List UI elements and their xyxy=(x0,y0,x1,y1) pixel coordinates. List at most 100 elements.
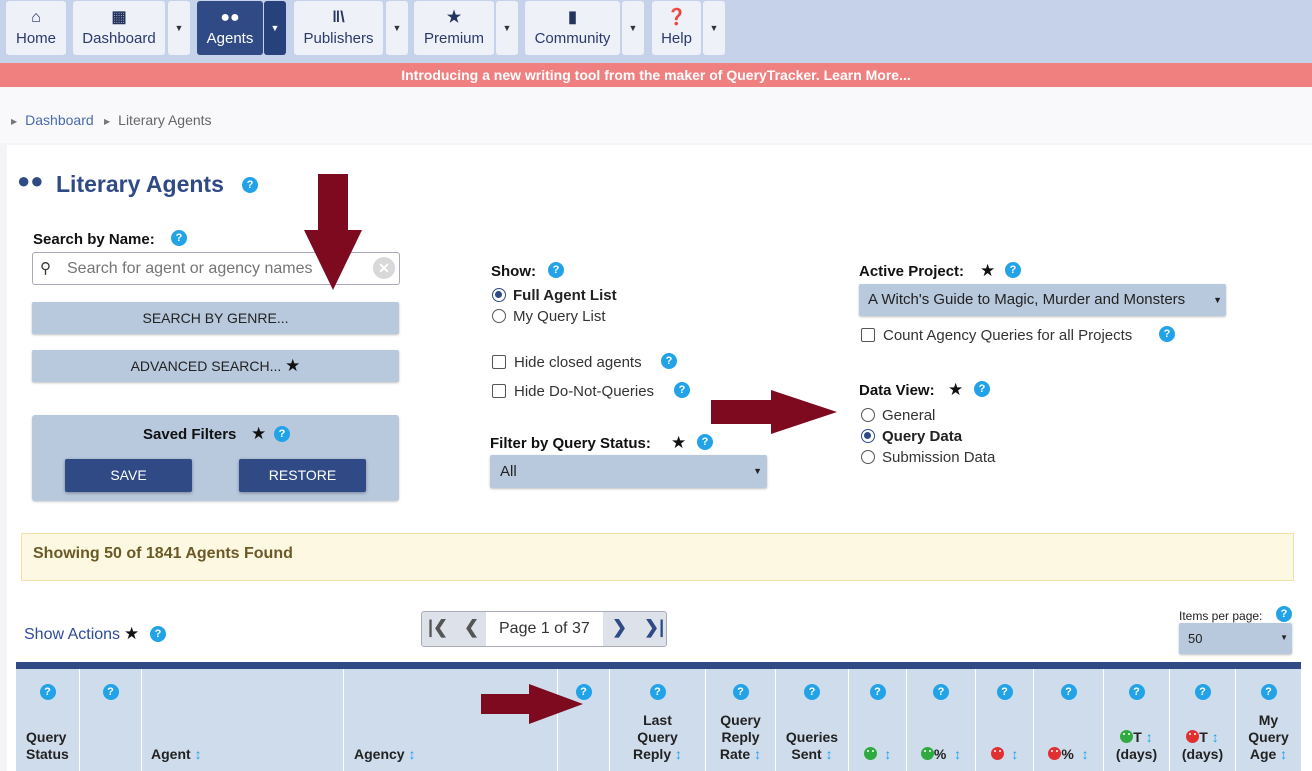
nav-publishers[interactable]: ‖\ Publishers xyxy=(294,1,383,55)
grid-icon: ▦ xyxy=(111,8,127,26)
data-view-submission-data-radio[interactable]: Submission Data xyxy=(861,449,995,466)
col-help-icon[interactable]: ? xyxy=(933,684,949,700)
col-help-icon[interactable]: ? xyxy=(1260,684,1277,700)
radio-unselected[interactable] xyxy=(861,450,875,464)
community-dropdown-caret[interactable]: ▼ xyxy=(622,1,644,55)
agents-dropdown-caret[interactable]: ▼ xyxy=(264,1,286,55)
nav-help[interactable]: ❓ Help xyxy=(652,1,701,55)
checkbox[interactable] xyxy=(492,384,506,398)
hide-closed-help-icon[interactable]: ? xyxy=(661,353,677,369)
advanced-search-button[interactable]: ADVANCED SEARCH... ★ xyxy=(32,350,399,382)
data-view-general-radio[interactable]: General xyxy=(861,407,935,424)
col-help-icon[interactable]: ? xyxy=(102,684,119,700)
nav-agents[interactable]: ●● Agents xyxy=(197,1,263,55)
saved-filters-label: Saved Filters xyxy=(143,426,237,443)
results-count: Showing 50 of 1841 Agents Found xyxy=(33,545,293,562)
previous-page-icon[interactable]: ❮ xyxy=(464,617,479,638)
save-filter-button[interactable]: SAVE xyxy=(65,459,192,492)
col-negative-time[interactable]: ? T ↕ (days) xyxy=(1170,669,1236,771)
col-help-icon[interactable]: ? xyxy=(649,684,666,700)
happy-face-icon xyxy=(1120,730,1134,743)
title-help-icon[interactable]: ? xyxy=(242,177,258,193)
col-help-icon[interactable]: ? xyxy=(1194,684,1211,700)
checkbox[interactable] xyxy=(861,328,875,342)
users-title-icon: ●● xyxy=(17,168,44,193)
dashboard-dropdown-caret[interactable]: ▼ xyxy=(168,1,190,55)
premium-star-icon: ★ xyxy=(948,380,964,399)
last-page-icon[interactable]: ❯| xyxy=(644,617,664,638)
col-last-query-reply[interactable]: ? Last Query Reply ↕ xyxy=(610,669,706,771)
sort-icon: ↕ xyxy=(675,746,682,762)
col-help-icon[interactable]: ? xyxy=(732,684,749,700)
col-positive-replies[interactable]: ? ↕ xyxy=(849,669,907,771)
nav-home[interactable]: ⌂ Home xyxy=(6,1,66,55)
sad-face-icon xyxy=(990,747,1004,760)
col-my-query-age[interactable]: ? My Query Age ↕ xyxy=(1236,669,1301,771)
next-page-icon[interactable]: ❯ xyxy=(612,617,627,638)
first-page-icon[interactable]: |❮ xyxy=(428,617,448,638)
hide-dnq-checkbox[interactable]: Hide Do-Not-Queries xyxy=(492,383,654,400)
radio-selected[interactable] xyxy=(861,429,875,443)
books-icon: ‖\ xyxy=(332,8,345,26)
question-icon: ❓ xyxy=(666,8,687,26)
premium-star-icon: ★ xyxy=(251,424,267,443)
annotation-arrow-right xyxy=(711,390,837,434)
breadcrumb-dashboard[interactable]: ▶ Dashboard xyxy=(11,112,94,128)
col-help-icon[interactable]: ? xyxy=(804,684,820,700)
nav-community[interactable]: ▮ Community xyxy=(525,1,620,55)
help-dropdown-caret[interactable]: ▼ xyxy=(703,1,725,55)
show-actions-link[interactable]: Show Actions xyxy=(24,626,120,644)
active-project-select[interactable]: A Witch's Guide to Magic, Murder and Mon… xyxy=(859,284,1226,316)
show-full-agent-list-radio[interactable]: Full Agent List xyxy=(492,287,617,304)
col-help-icon[interactable]: ? xyxy=(1128,684,1145,700)
hide-dnq-help-icon[interactable]: ? xyxy=(674,382,690,398)
col-help-icon[interactable]: ? xyxy=(869,684,886,700)
search-help-icon[interactable]: ? xyxy=(171,230,187,246)
col-query-status[interactable]: ? Query Status xyxy=(16,669,80,771)
nav-dashboard[interactable]: ▦ Dashboard xyxy=(73,1,165,55)
radio-unselected[interactable] xyxy=(861,408,875,422)
publishers-dropdown-caret[interactable]: ▼ xyxy=(386,1,408,55)
items-per-page-select[interactable]: 50 ▼ xyxy=(1179,623,1292,654)
premium-star-icon: ★ xyxy=(124,624,140,643)
promo-banner[interactable]: Introducing a new writing tool from the … xyxy=(0,63,1312,87)
search-by-genre-button[interactable]: SEARCH BY GENRE... xyxy=(32,302,399,334)
col-query-reply-rate[interactable]: ? Query Reply Rate ↕ xyxy=(706,669,776,771)
page-title: Literary Agents xyxy=(56,171,224,197)
sort-icon: ↕ xyxy=(194,746,202,762)
sort-icon: ↕ xyxy=(408,746,416,762)
show-help-icon[interactable]: ? xyxy=(548,262,564,278)
sort-icon: ↕ xyxy=(884,746,892,762)
col-negative-replies[interactable]: ? ↕ xyxy=(976,669,1034,771)
count-agency-checkbox[interactable]: Count Agency Queries for all Projects xyxy=(861,327,1132,344)
show-my-query-list-radio[interactable]: My Query List xyxy=(492,308,606,325)
restore-filter-button[interactable]: RESTORE xyxy=(239,459,366,492)
col-agent[interactable]: Agent ↕ xyxy=(142,669,344,771)
active-project-help-icon[interactable]: ? xyxy=(1005,262,1021,278)
promo-banner-link[interactable]: Introducing a new writing tool from the … xyxy=(401,67,911,83)
col-positive-percent[interactable]: ? % ↕ xyxy=(907,669,976,771)
data-view-query-data-radio[interactable]: Query Data xyxy=(861,428,962,445)
hide-closed-checkbox[interactable]: Hide closed agents xyxy=(492,354,642,371)
count-agency-help-icon[interactable]: ? xyxy=(1159,326,1175,342)
col-help-icon[interactable]: ? xyxy=(39,684,56,700)
clear-search-icon[interactable]: ✕ xyxy=(373,257,395,279)
col-negative-percent[interactable]: ? % ↕ xyxy=(1034,669,1104,771)
radio-unselected[interactable] xyxy=(492,309,506,323)
col-help-icon[interactable]: ? xyxy=(996,684,1013,700)
col-queries-sent[interactable]: ? Queries Sent ↕ xyxy=(776,669,849,771)
items-per-page-help-icon[interactable]: ? xyxy=(1276,606,1292,622)
saved-filters-help-icon[interactable]: ? xyxy=(274,426,290,442)
annotation-arrow-right-table xyxy=(481,684,583,724)
home-icon: ⌂ xyxy=(31,8,41,26)
happy-face-icon xyxy=(863,747,877,760)
radio-selected[interactable] xyxy=(492,288,506,302)
checkbox[interactable] xyxy=(492,355,506,369)
col-positive-time[interactable]: ? T ↕ (days) xyxy=(1104,669,1170,771)
nav-premium[interactable]: ★ Premium xyxy=(414,1,494,55)
col-help-icon[interactable]: ? xyxy=(1060,684,1077,700)
show-actions-help-icon[interactable]: ? xyxy=(150,626,166,642)
premium-dropdown-caret[interactable]: ▼ xyxy=(496,1,518,55)
filter-status-select[interactable]: All ▼ xyxy=(490,455,767,488)
data-view-help-icon[interactable]: ? xyxy=(974,381,990,397)
